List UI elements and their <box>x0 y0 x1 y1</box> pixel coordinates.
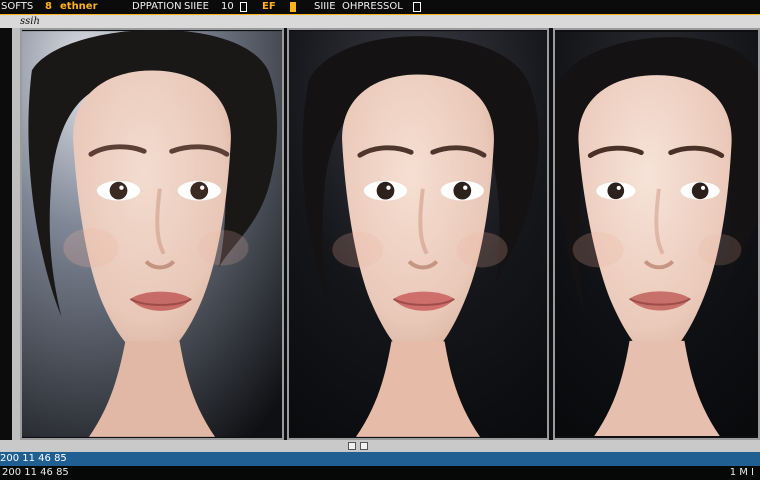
footer-left-code: 200 11 46 85 <box>2 467 69 478</box>
portrait-panel-3[interactable] <box>553 28 760 440</box>
footer-bar: 200 11 46 85 1 M I <box>0 466 760 480</box>
status-left-code: 200 11 46 85 <box>0 453 67 464</box>
window-icon[interactable] <box>240 2 247 12</box>
menu-item-dppation[interactable]: DPPATION <box>132 0 182 14</box>
menu-item-ethner[interactable]: ethner <box>60 0 98 14</box>
footer-right-code: 1 M I <box>729 467 754 478</box>
panel-header <box>0 15 760 28</box>
menu-item-ohpressol[interactable]: OHPRESSOL <box>342 0 403 14</box>
menu-item-siiee[interactable]: SIIEE <box>184 0 209 14</box>
left-rail <box>0 28 12 440</box>
top-menu-bar: SOFTS 8 ethner DPPATION SIIEE 10 EF SIII… <box>0 0 760 14</box>
bottom-controls <box>0 440 760 452</box>
portrait-panel-2[interactable] <box>287 28 549 440</box>
status-bar <box>0 452 760 466</box>
panel-title: ssih <box>20 16 40 27</box>
portrait-image-2 <box>289 31 547 437</box>
control-button-2[interactable] <box>360 442 368 450</box>
menu-item-ef[interactable]: EF <box>262 0 276 14</box>
portrait-image-1 <box>22 30 282 437</box>
tool-icon[interactable] <box>290 2 296 12</box>
portrait-panel-1[interactable] <box>20 28 284 440</box>
menu-item-siiie[interactable]: SIIIE <box>314 0 336 14</box>
menu-item-10[interactable]: 10 <box>221 0 234 14</box>
portrait-image-3 <box>555 31 758 437</box>
lock-icon[interactable] <box>413 2 421 12</box>
menu-item-softs[interactable]: SOFTS <box>1 0 33 14</box>
left-rail-line <box>12 28 20 440</box>
control-button-1[interactable] <box>348 442 356 450</box>
menu-item-eight[interactable]: 8 <box>45 0 52 14</box>
